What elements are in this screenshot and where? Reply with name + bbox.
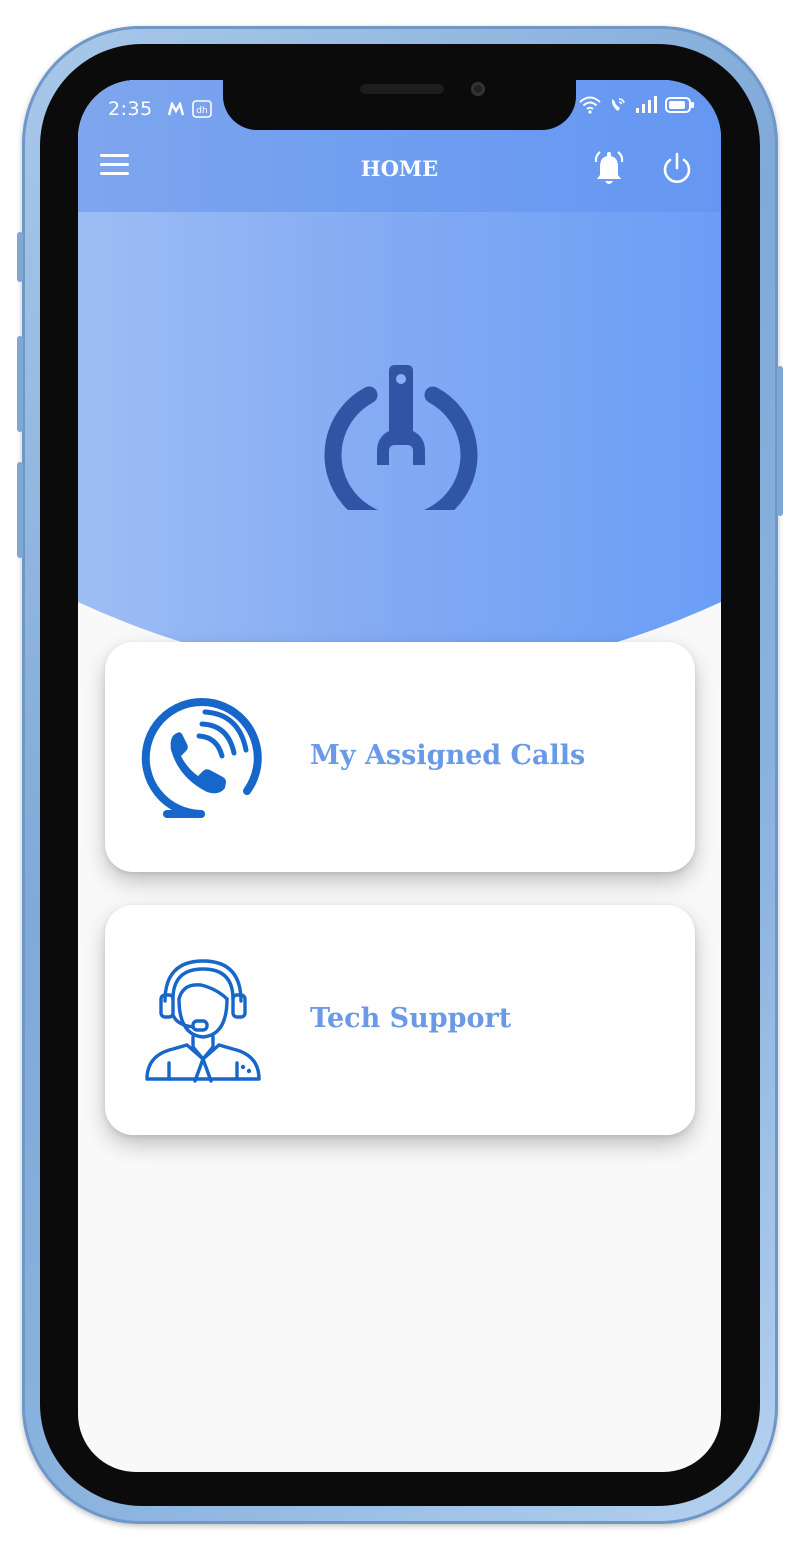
status-right-icons <box>579 96 695 114</box>
status-time: 2:35 <box>108 98 153 120</box>
speaker <box>360 84 444 94</box>
support-agent-icon <box>145 959 261 1083</box>
battery-icon <box>665 97 694 113</box>
my-assigned-calls-label: My Assigned Calls <box>310 740 586 771</box>
notch <box>223 80 576 130</box>
my-assigned-calls-card[interactable]: My Assigned Calls <box>105 642 695 872</box>
phone-call-icon <box>141 698 262 818</box>
phone-volume-up-button <box>17 336 23 432</box>
power-wrench-logo <box>324 365 478 510</box>
phone-mute-switch <box>17 232 23 282</box>
status-left-icons: dh <box>168 98 212 120</box>
tech-support-card[interactable]: Tech Support <box>105 905 695 1135</box>
bell-icon <box>594 151 624 184</box>
tech-support-label: Tech Support <box>310 1003 512 1034</box>
wifi-calling-icon <box>611 98 625 111</box>
svg-text:dh: dh <box>196 106 207 116</box>
logout-button[interactable] <box>660 151 694 187</box>
screen: 2:35 dh HOME My Assigned Calls Tech Supp… <box>78 80 721 1472</box>
phone-power-button <box>777 366 783 516</box>
wifi-icon <box>579 96 601 114</box>
app-notification-icon: dh <box>192 100 212 118</box>
front-camera <box>471 82 485 96</box>
signal-icon <box>636 96 657 113</box>
notifications-button[interactable] <box>592 150 626 188</box>
m-notification-icon <box>168 102 184 116</box>
phone-volume-down-button <box>17 462 23 558</box>
power-icon <box>663 152 691 183</box>
